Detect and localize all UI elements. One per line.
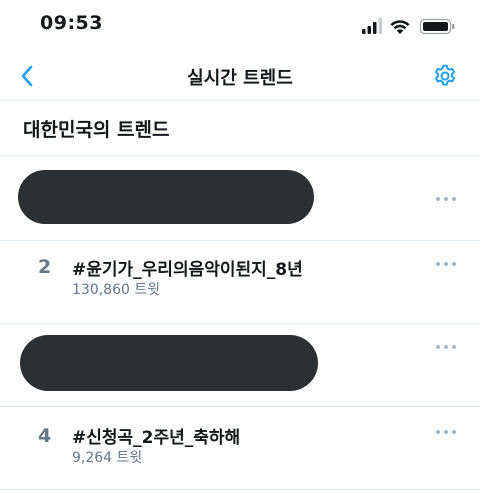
section-title: 대한민국의 트렌드 [23,119,170,141]
section-header: 대한민국의 트렌드 [0,101,480,156]
trend-count: 9,264 트윗 [72,450,143,466]
trend-item[interactable]: 4 #신청곡_2주년_축하해 9,264 트윗 [0,407,480,490]
more-options-icon[interactable] [436,342,458,352]
page-title: 실시간 트렌드 [187,68,293,89]
trend-rank: 2 [38,256,52,278]
wifi-icon [390,20,410,34]
more-options-icon[interactable] [436,194,458,204]
redacted-block [18,170,314,224]
trend-rank: 4 [38,425,52,447]
trend-item[interactable] [0,156,480,241]
more-options-icon[interactable] [436,259,458,269]
redacted-block [20,335,318,391]
cellular-signal-icon [362,18,382,34]
battery-icon [419,18,455,35]
nav-bar: 실시간 트렌드 [0,54,480,101]
trend-name: #신청곡_2주년_축하해 [72,428,241,448]
more-options-icon[interactable] [436,427,458,437]
trend-item[interactable] [0,324,480,407]
gear-icon[interactable] [432,63,458,89]
status-time: 09:53 [40,12,103,34]
trend-name: #윤기가_우리의음악이된지_8년 [72,260,303,280]
trend-item[interactable]: 2 #윤기가_우리의음악이된지_8년 130,860 트윗 [0,241,480,324]
status-bar: 09:53 [0,0,480,54]
trend-count: 130,860 트윗 [72,282,161,298]
status-icons [362,18,455,35]
